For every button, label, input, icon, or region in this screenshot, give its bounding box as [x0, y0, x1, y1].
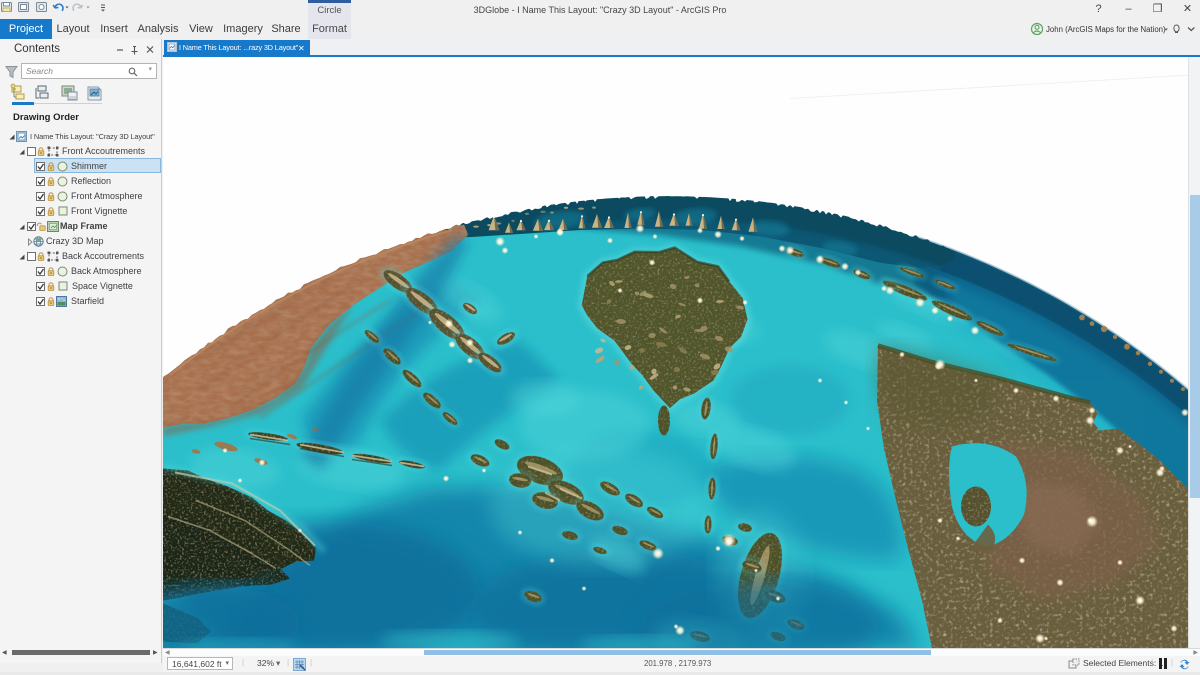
svg-text:John (ArcGIS Maps for the Nati: John (ArcGIS Maps for the Nation): [1046, 25, 1166, 34]
